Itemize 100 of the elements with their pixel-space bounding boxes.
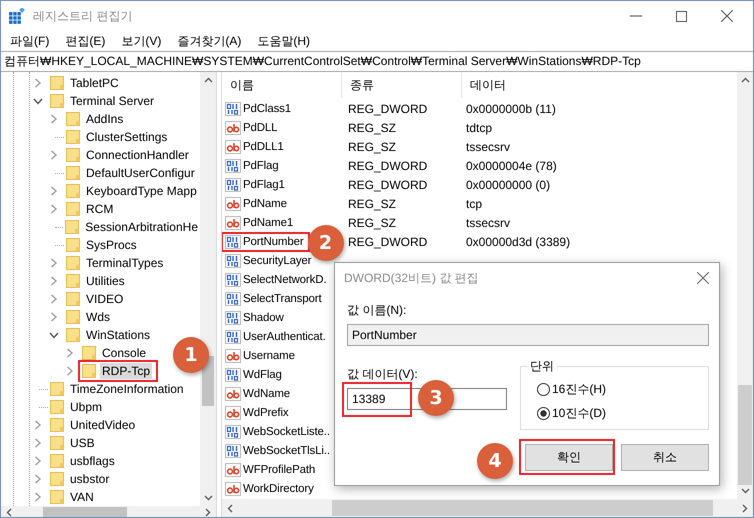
scroll-right-icon[interactable] [205,508,211,517]
value-name[interactable]: WebSocketTlsLi.. [243,445,330,458]
scrollbar[interactable] [737,72,753,499]
string-value-icon [225,216,241,230]
value-name[interactable]: WdName [243,388,290,400]
tree-item[interactable]: UnitedVideo [68,417,138,433]
value-name[interactable]: SelectNetworkD. [243,274,326,286]
string-value-icon [225,482,241,496]
value-name[interactable]: WFProfilePath [243,464,316,476]
table-cell-text: 0x00000d3d (3389) [465,234,570,249]
tree-item[interactable]: usbflags [68,453,117,469]
scroll-left-icon[interactable] [6,508,12,517]
folder-icon [66,238,80,252]
folder-icon [50,454,64,468]
binary-value-icon [225,330,241,344]
address-field[interactable]: 컴퓨터₩HKEY_LOCAL_MACHINE₩SYSTEM₩CurrentControlSet₩Control₩Terminal Server₩WinStations₩RDP-Tcp [1,51,753,72]
folder-icon [50,382,64,396]
column-header[interactable]: 데이터 [462,72,737,98]
binary-value-icon [225,234,241,249]
step-badge: 4 [477,443,513,479]
tree-item[interactable]: SessionArbitrationHe [83,219,200,235]
step-badge: 3 [418,380,454,416]
value-name[interactable]: WorkDirectory [243,483,314,496]
dialog-button[interactable]: 확인 [525,444,613,471]
folder-icon [65,220,80,234]
tree-item[interactable]: Terminal Server [68,93,156,109]
tree-item[interactable]: DefaultUserConfigur [84,165,197,181]
tree-item[interactable]: ClusterSettings [84,129,170,145]
value-name[interactable]: PortNumber [243,236,304,248]
scroll-left-icon[interactable] [227,504,233,512]
value-name[interactable]: WdPrefix [243,407,288,420]
tree-item[interactable]: Utilities [84,273,127,289]
dialog-button[interactable]: 취소 [621,444,709,471]
scroll-thumb[interactable] [738,385,752,485]
folder-icon [66,202,80,216]
column-header[interactable]: 종류 [342,72,462,98]
scroll-thumb[interactable] [202,356,214,406]
scroll-down-icon[interactable] [740,488,750,494]
value-name[interactable]: WebSocketListe.. [243,426,330,438]
name-field[interactable]: PortNumber [347,324,709,346]
menu-item[interactable]: 즐겨찾기(A) [172,32,246,50]
value-name[interactable]: PdName [243,198,287,210]
string-value-icon [225,387,241,402]
value-name[interactable]: Shadow [243,312,284,324]
scrollbar[interactable] [200,72,216,506]
tree-item[interactable]: VAN [68,489,96,505]
binary-value-icon [225,368,241,382]
radio-label[interactable]: 16진수(H) [552,380,606,398]
folder-icon [66,274,80,288]
close-icon[interactable] [697,272,709,284]
folder-icon [50,94,64,108]
radio-button[interactable] [537,406,550,420]
menu-item[interactable]: 편집(E) [60,32,110,50]
binary-value-icon [225,311,241,326]
menu-item[interactable]: 파일(F) [5,32,54,50]
string-value-icon [225,140,241,154]
value-name[interactable]: Username [243,350,295,362]
tree-item[interactable]: Console [100,345,148,361]
tree-item[interactable]: RDP-Tcp [100,363,152,379]
tree-item[interactable]: ConnectionHandler [84,147,191,163]
radio-button[interactable] [537,382,550,396]
scroll-up-icon[interactable] [204,77,212,83]
tree-item[interactable]: usbstor [68,471,112,487]
tree-item[interactable]: Wds [84,309,112,325]
close-icon[interactable] [721,10,733,22]
folder-icon [50,490,64,504]
scroll-up-icon[interactable] [740,77,750,83]
tree-item[interactable]: USB [68,435,97,451]
scrollbar[interactable] [1,506,216,517]
scroll-thumb[interactable] [43,507,127,517]
folder-icon [50,76,64,90]
tree-item[interactable]: VIDEO [84,291,126,307]
tree-item[interactable]: TerminalTypes [84,255,166,271]
value-name[interactable]: PdName1 [243,216,294,229]
maximize-icon[interactable] [676,10,687,22]
scroll-thumb[interactable] [332,500,713,516]
value-name[interactable]: PdFlag1 [243,178,285,191]
tree-item[interactable]: Ubpm [68,399,104,415]
column-header[interactable]: 이름 [222,72,342,98]
scroll-down-icon[interactable] [204,495,212,501]
value-name[interactable]: PdClass1 [243,102,292,115]
tree-item[interactable]: SysProcs [84,237,139,253]
tree-item[interactable]: TabletPC [68,75,121,91]
menu-item[interactable]: 도움말(H) [252,32,315,50]
value-name[interactable]: PdDLL1 [243,140,284,153]
tree-item[interactable]: AddIns [84,111,126,127]
scroll-right-icon[interactable] [742,504,748,512]
tree-item[interactable]: WinStations [84,327,152,343]
tree-item[interactable]: RCM [84,201,116,217]
table-cell-text: REG_DWORD [347,102,428,116]
menu-item[interactable]: 보기(V) [116,32,166,50]
radio-label[interactable]: 10진수(D) [552,404,606,422]
value-name[interactable]: UserAuthenticat. [243,331,326,344]
value-name[interactable]: WdFlag [243,369,282,382]
scrollbar[interactable] [222,499,753,517]
value-name[interactable]: PdFlag [243,160,279,172]
value-name[interactable]: PdDLL [243,122,278,134]
value-name[interactable]: SelectTransport [243,292,322,305]
tree-item[interactable]: KeyboardType Mapp [84,183,199,199]
tree-item[interactable]: TimeZoneInformation [68,381,186,397]
